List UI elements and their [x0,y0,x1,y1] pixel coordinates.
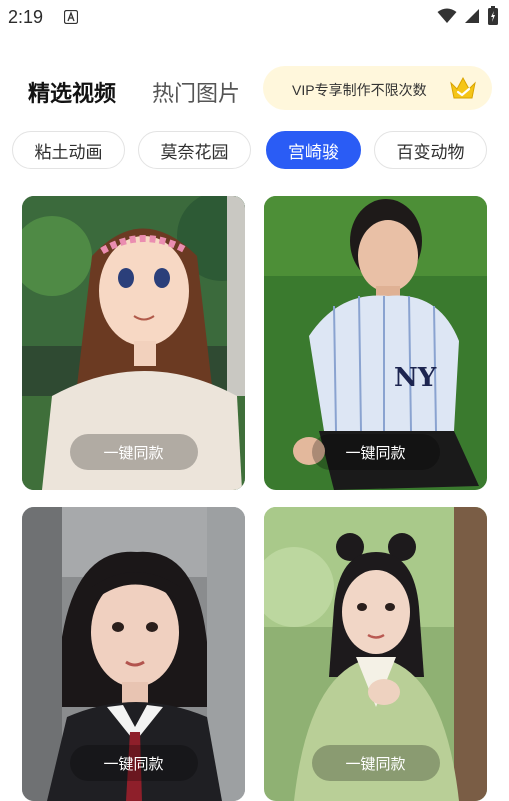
chip-label: 莫奈花园 [160,142,229,163]
svg-text:NY: NY [394,363,437,393]
status-time: 2:19 [8,7,44,27]
crown-icon [450,76,476,99]
chip-monet-garden[interactable]: 莫奈花园 [138,131,251,169]
notification-a-icon [64,10,78,24]
chip-clay-animation[interactable]: 粘土动画 [12,131,125,169]
status-bar: 2:19 [0,0,509,36]
header-tabs: 精选视频 热门图片 VIP专享制作不限次数 [0,60,509,116]
chip-animal-variety[interactable]: 百变动物 [374,131,487,169]
one-click-same-button[interactable]: 一键同款 [311,745,440,781]
one-click-same-button[interactable]: 一键同款 [69,745,198,781]
vip-banner-text: VIP专享制作不限次数 [292,82,427,98]
chip-label: 粘土动画 [34,142,103,163]
chip-label: 宫崎骏 [288,142,339,163]
chip-miyazaki[interactable]: 宫崎骏 [266,131,361,169]
wifi-icon [437,8,457,23]
signal-icon [465,9,479,23]
one-click-same-button[interactable]: 一键同款 [311,434,440,470]
vip-banner-button[interactable]: VIP专享制作不限次数 [263,66,492,110]
template-card[interactable]: 一键同款 [22,196,245,490]
tab-selected-videos[interactable]: 精选视频 [28,76,116,108]
tab-hot-images[interactable]: 热门图片 [152,76,240,108]
one-click-same-button[interactable]: 一键同款 [69,434,198,470]
template-card[interactable]: 一键同款 [264,507,487,801]
template-card[interactable]: 一键同款 [22,507,245,801]
battery-charging-icon [488,6,498,25]
category-chips: 粘土动画 莫奈花园 宫崎骏 百变动物 [0,131,509,171]
status-icons [437,6,499,26]
template-card[interactable]: NY 一键同款 [264,196,487,490]
chip-label: 百变动物 [396,142,465,163]
